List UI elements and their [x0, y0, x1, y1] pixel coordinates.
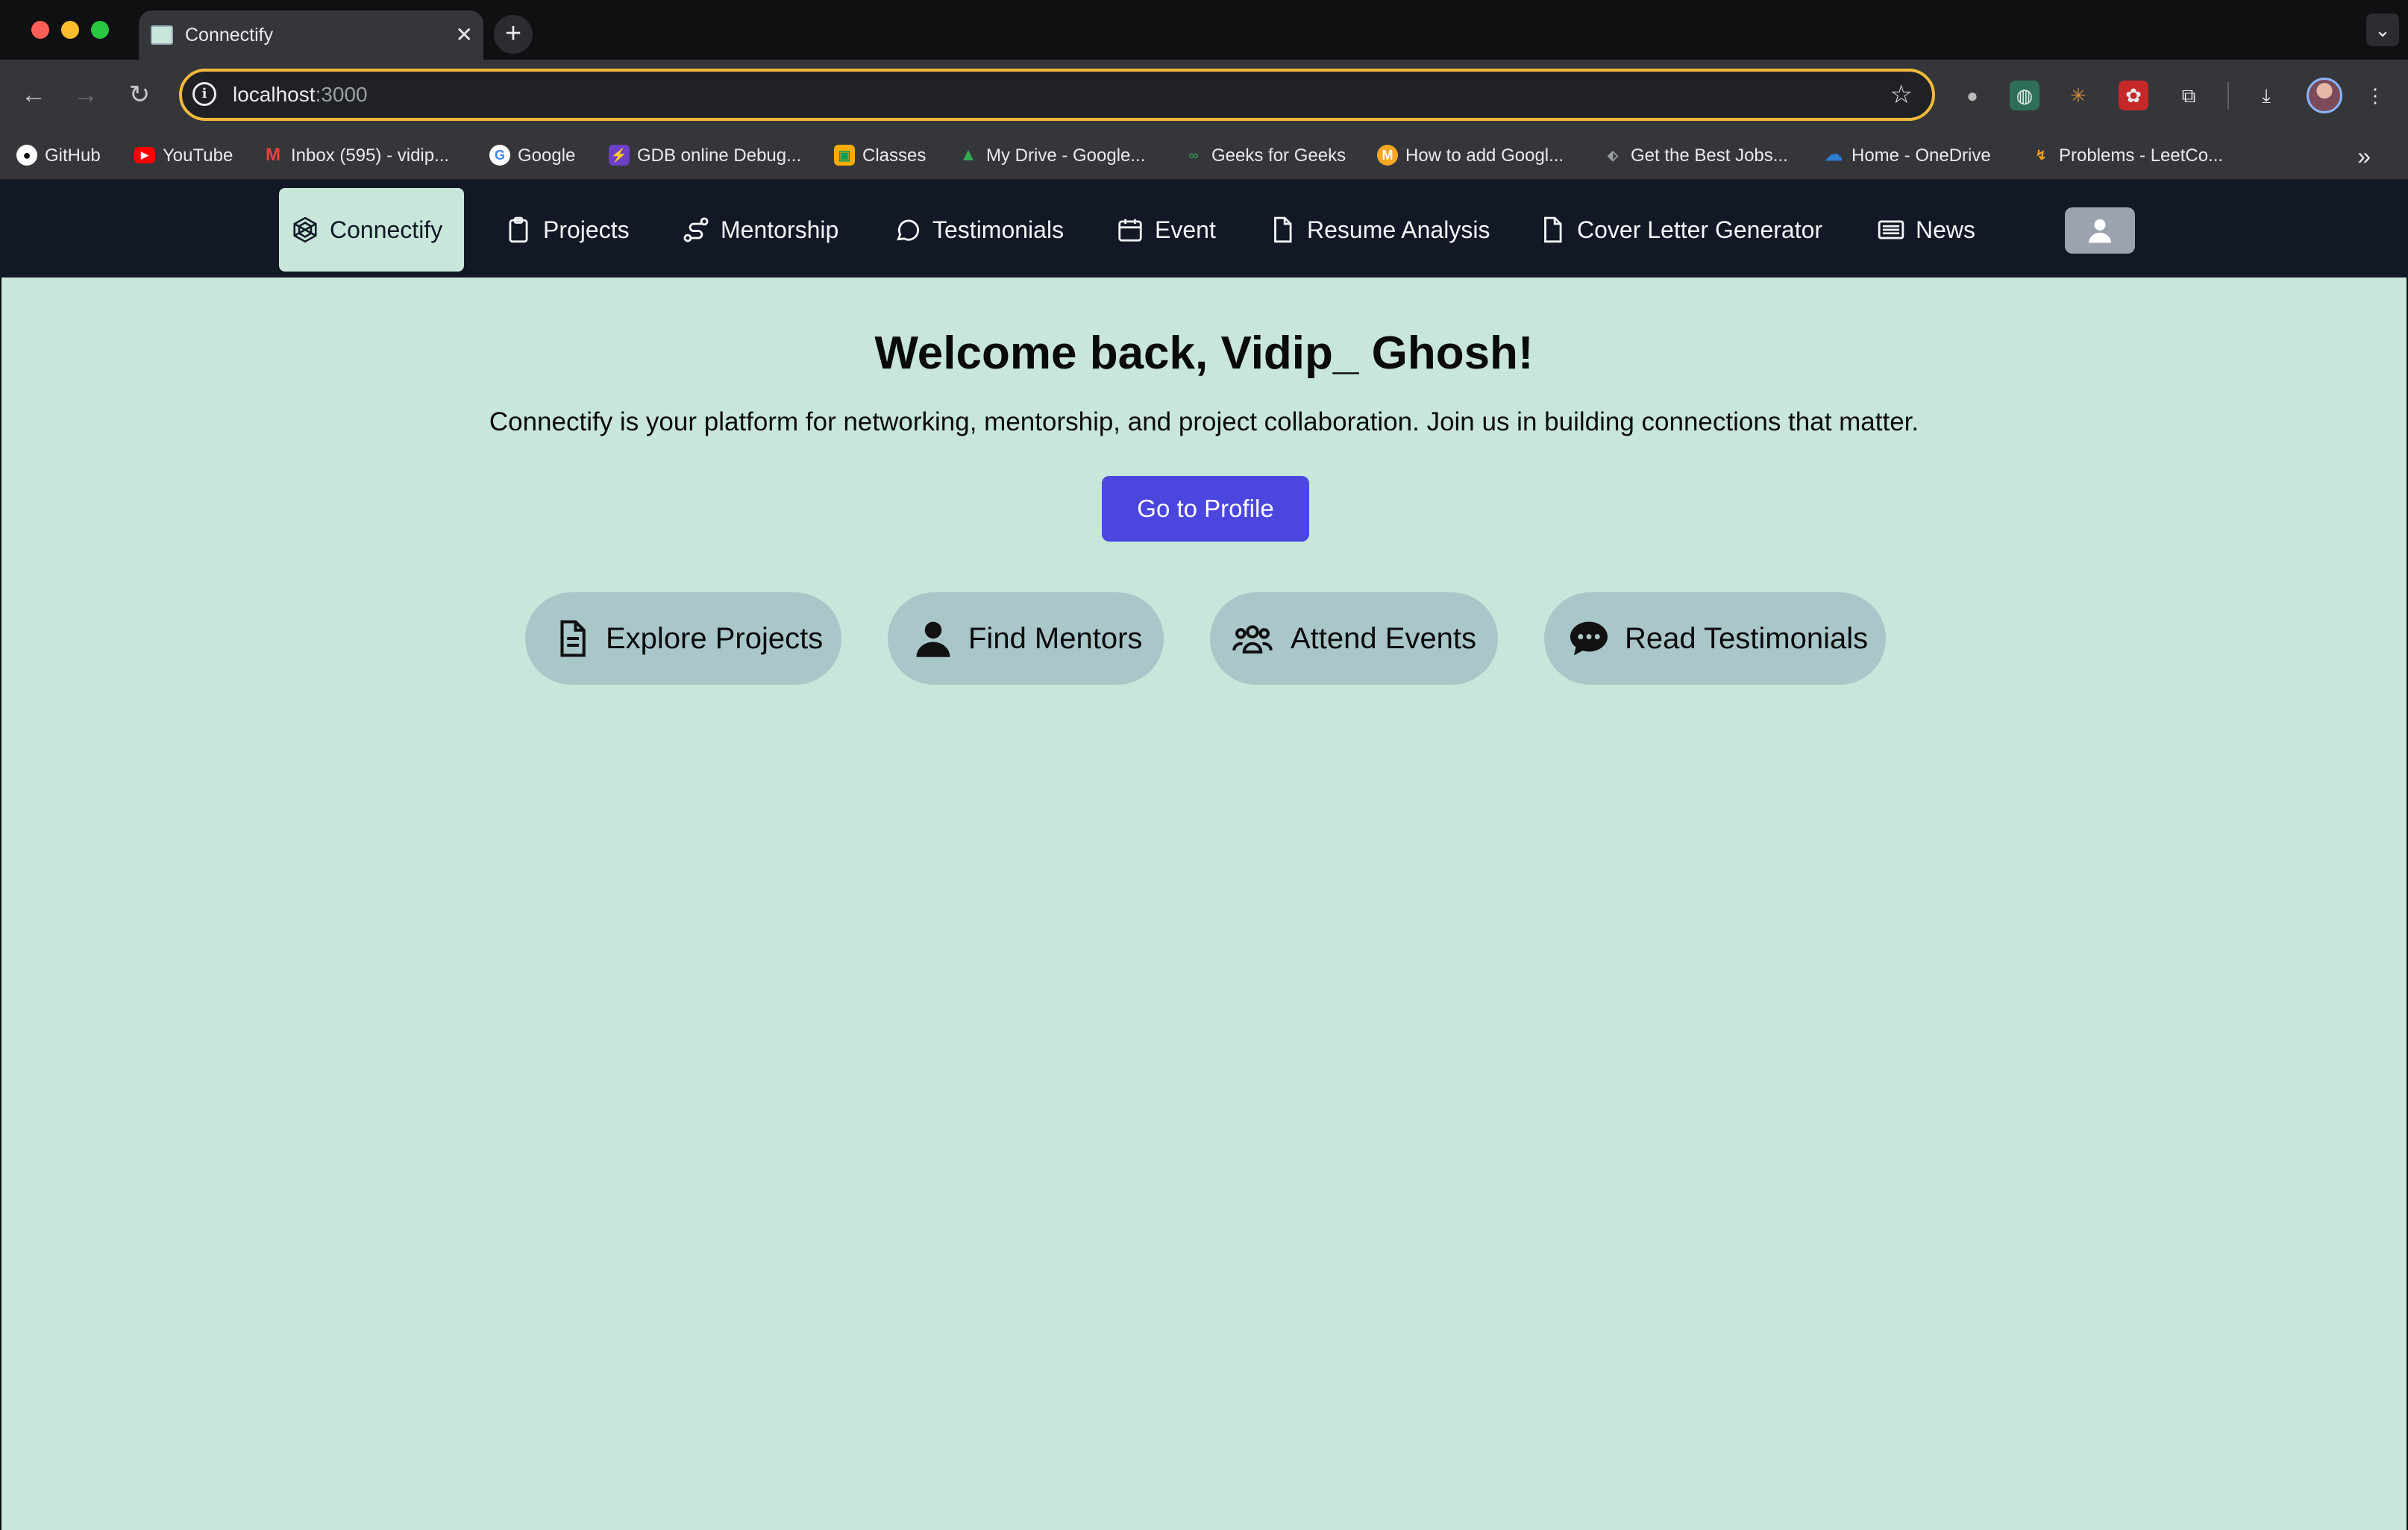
nav-projects-label: Projects	[543, 216, 630, 243]
new-tab-button[interactable]: +	[494, 15, 533, 54]
bookmark-howto[interactable]: M How to add Googl...	[1377, 131, 1564, 181]
nav-mentorship-label: Mentorship	[721, 216, 839, 243]
minimize-window-button[interactable]	[61, 21, 79, 39]
browser-toolbar: ← → ↻ i localhost:3000 ☆ ● ◍ ✳ ✿ ⧉ ⤓ ⋮	[0, 60, 2408, 131]
jobs-icon: ⬖	[1608, 147, 1618, 163]
brand-label: Connectify	[330, 216, 443, 243]
nav-resume-analysis-label: Resume Analysis	[1307, 216, 1490, 243]
attend-events-label: Attend Events	[1291, 622, 1477, 655]
google-icon: G	[489, 144, 510, 166]
nav-projects[interactable]: Projects	[504, 188, 630, 272]
file-icon	[1274, 216, 1292, 242]
reload-icon[interactable]: ↻	[121, 76, 158, 113]
download-icon[interactable]: ⤓	[2251, 81, 2281, 110]
bookmark-star-icon[interactable]: ☆	[1890, 72, 1913, 118]
site-info-icon[interactable]: i	[192, 82, 216, 106]
extension-bug-icon[interactable]: ●	[1957, 81, 1987, 110]
nav-news-label: News	[1916, 216, 1976, 243]
address-bar[interactable]: i localhost:3000 ☆	[179, 69, 1935, 121]
route-icon	[683, 217, 709, 242]
browser-titlebar: Connectify ✕ + ⌄	[0, 0, 2408, 60]
tab-close-icon[interactable]: ✕	[456, 10, 473, 60]
bookmark-gdb[interactable]: ⚡ GDB online Debug...	[609, 131, 801, 181]
nav-news[interactable]: News	[1877, 188, 1975, 272]
find-mentors-label: Find Mentors	[968, 622, 1143, 655]
browser-menu-icon[interactable]: ⋮	[2360, 81, 2390, 110]
github-icon: ●	[16, 144, 37, 166]
nav-event-label: Event	[1155, 216, 1216, 243]
find-mentors-button[interactable]: Find Mentors	[888, 592, 1164, 685]
extensions-puzzle-icon[interactable]: ⧉	[2174, 81, 2204, 110]
intro-text: Connectify is your platform for networki…	[489, 407, 1919, 436]
chat-bubble-icon	[897, 219, 920, 241]
onedrive-icon: ☁	[1825, 144, 1843, 165]
user-menu-button[interactable]	[2065, 207, 2135, 254]
nav-mentorship[interactable]: Mentorship	[682, 188, 838, 272]
close-window-button[interactable]	[31, 21, 49, 39]
bookmark-jobs[interactable]: ⬖ Get the Best Jobs...	[1602, 131, 1788, 181]
bookmark-gfg[interactable]: ∞ Geeks for Geeks	[1183, 131, 1346, 181]
medium-icon: M	[1377, 144, 1398, 166]
maximize-window-button[interactable]	[91, 21, 109, 39]
file-icon	[1544, 216, 1562, 242]
user-icon	[916, 621, 950, 657]
nav-cover-letter-generator[interactable]: Cover Letter Generator	[1538, 188, 1822, 272]
go-to-profile-button[interactable]: Go to Profile	[1102, 476, 1309, 542]
user-avatar-icon	[2089, 219, 2111, 243]
brand-logo-icon	[293, 216, 317, 242]
gdb-icon: ⚡	[609, 144, 630, 166]
bookmark-drive[interactable]: ▲ My Drive - Google...	[958, 131, 1145, 181]
toolbar-divider	[2227, 82, 2229, 109]
youtube-icon: ▶	[134, 146, 155, 163]
extension-spider-icon[interactable]: ✳	[2063, 81, 2093, 110]
nav-brand-connectify[interactable]: Connectify	[279, 188, 464, 272]
nav-testimonials-label: Testimonials	[932, 216, 1065, 243]
read-testimonials-button[interactable]: Read Testimonials	[1544, 592, 1886, 685]
nav-testimonials[interactable]: Testimonials	[894, 188, 1064, 272]
gfg-icon: ∞	[1188, 147, 1199, 163]
nav-resume-analysis[interactable]: Resume Analysis	[1268, 188, 1490, 272]
back-icon[interactable]: ←	[15, 76, 52, 113]
browser-tab[interactable]: Connectify ✕	[139, 10, 483, 60]
welcome-heading: Welcome back, Vidip_ Ghosh!	[874, 327, 1534, 379]
bookmark-github[interactable]: ● GitHub	[16, 131, 101, 181]
nav-event[interactable]: Event	[1116, 188, 1216, 272]
tab-title: Connectify	[185, 25, 274, 46]
bookmarks-bar: ● GitHub ▶ YouTube M Inbox (595) - vidip...…	[0, 131, 2408, 181]
attend-events-button[interactable]: Attend Events	[1210, 592, 1498, 685]
extension-red-icon[interactable]: ✿	[2119, 81, 2148, 110]
document-icon	[560, 620, 586, 657]
app-navbar: Connectify Projects Mentorship Testimoni…	[0, 181, 2408, 278]
bookmark-classes[interactable]: ▣ Classes	[834, 131, 926, 181]
extension-globe-icon[interactable]: ◍	[2010, 81, 2039, 110]
forward-icon[interactable]: →	[67, 76, 104, 113]
main-content: Welcome back, Vidip_ Ghosh! Connectify i…	[1, 278, 2407, 1530]
classroom-icon: ▣	[834, 144, 855, 166]
url-text[interactable]: localhost:3000	[233, 72, 368, 118]
bookmark-gmail[interactable]: M Inbox (595) - vidip...	[263, 131, 449, 181]
read-testimonials-label: Read Testimonials	[1625, 622, 1869, 655]
gmail-icon: M	[266, 144, 280, 165]
leetcode-icon: ↯	[2035, 147, 2047, 163]
tab-search-button[interactable]: ⌄	[2366, 13, 2399, 46]
drive-icon: ▲	[959, 144, 977, 165]
nav-cover-letter-label: Cover Letter Generator	[1577, 216, 1823, 243]
explore-projects-label: Explore Projects	[606, 622, 824, 655]
clipboard-icon	[509, 216, 528, 242]
bookmark-onedrive[interactable]: ☁ Home - OneDrive	[1823, 131, 1991, 181]
bookmark-google[interactable]: G Google	[489, 131, 575, 181]
users-icon	[1232, 625, 1273, 654]
browser-profile-avatar[interactable]	[2307, 78, 2342, 113]
tab-favicon-icon	[151, 25, 173, 45]
bookmark-leetcode[interactable]: ↯ Problems - LeetCo...	[2031, 131, 2223, 181]
newspaper-icon	[1878, 220, 1904, 239]
more-bookmarks-icon[interactable]: »	[2357, 131, 2371, 181]
calendar-icon	[1118, 219, 1142, 242]
comment-dots-icon	[1570, 621, 1608, 656]
bookmark-youtube[interactable]: ▶ YouTube	[134, 131, 233, 181]
explore-projects-button[interactable]: Explore Projects	[525, 592, 841, 685]
